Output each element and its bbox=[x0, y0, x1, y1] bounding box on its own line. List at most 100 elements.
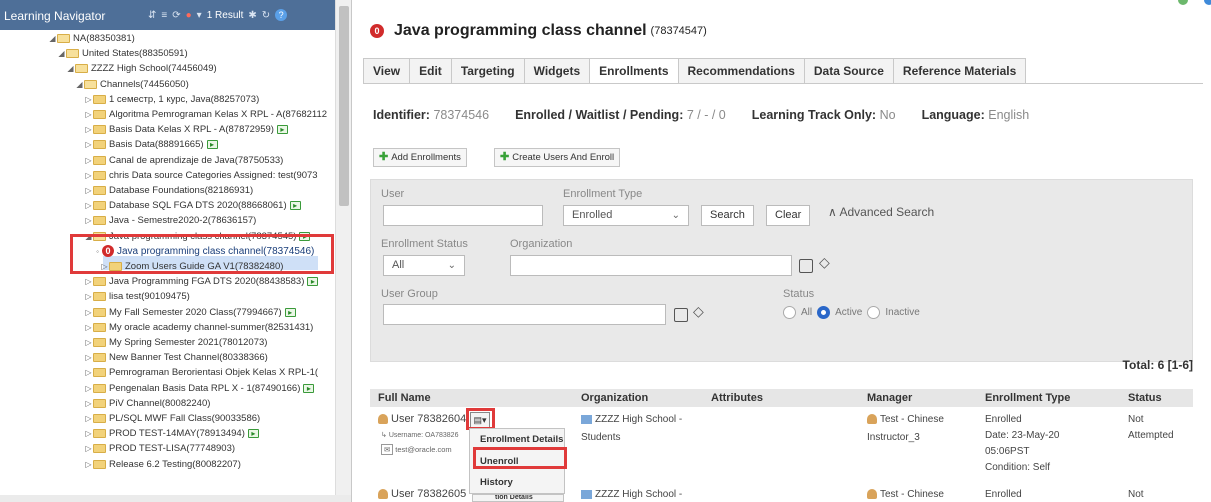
collapsed-arrow-icon[interactable]: ▷ bbox=[84, 125, 93, 134]
organization-input[interactable] bbox=[510, 255, 792, 276]
tree-node[interactable]: ▷ Database Foundations(82186931) bbox=[84, 183, 253, 198]
expanded-arrow-icon[interactable]: ◢ bbox=[66, 64, 75, 73]
eraser-icon[interactable]: ◇ bbox=[693, 303, 704, 320]
collapsed-arrow-icon[interactable]: ▷ bbox=[84, 368, 93, 377]
tab-widgets[interactable]: Widgets bbox=[523, 58, 591, 84]
lookup-icon[interactable] bbox=[674, 308, 688, 322]
tree-node[interactable]: ▷ Release 6.2 Testing(80082207) bbox=[84, 457, 240, 472]
reload-icon[interactable]: ↻ bbox=[262, 10, 270, 21]
tree-node[interactable]: ▷ Canal de aprendizaje de Java(78750533) bbox=[84, 153, 283, 168]
eraser-icon[interactable]: ◇ bbox=[819, 254, 830, 271]
tree-node[interactable]: ▷ PL/SQL MWF Fall Class(90033586) bbox=[84, 411, 260, 426]
collapsed-arrow-icon[interactable]: ▷ bbox=[84, 140, 93, 149]
user-name[interactable]: User 78382604 bbox=[391, 413, 466, 425]
scrollbar-thumb[interactable] bbox=[339, 6, 349, 206]
tab-data-source[interactable]: Data Source bbox=[803, 58, 894, 84]
menu-item-details-2[interactable]: tion Details bbox=[495, 495, 533, 501]
collapsed-arrow-icon[interactable]: ▷ bbox=[84, 171, 93, 180]
tree-node[interactable]: ▷ My Fall Semester 2020 Class(77994667) ▸ bbox=[84, 305, 296, 320]
collapsed-arrow-icon[interactable]: ▷ bbox=[84, 277, 93, 286]
tree-node[interactable]: ◢ Channels(74456050) bbox=[75, 77, 188, 92]
enrollment-status-select[interactable]: All ⌄ bbox=[383, 255, 465, 276]
refresh-icon[interactable]: ⟳ bbox=[172, 10, 180, 21]
tree-node[interactable]: ▷ Basis Data Kelas X RPL - A(87872959) ▸ bbox=[84, 122, 288, 137]
tree-node[interactable]: ▷ PROD TEST-LISA(77748903) bbox=[84, 441, 235, 456]
tree-node[interactable]: ▷ Pengenalan Basis Data RPL X - 1(8749016… bbox=[84, 381, 315, 396]
help-icon[interactable] bbox=[1204, 0, 1211, 5]
tree-node[interactable]: ▷ PROD TEST-14MAY(78913494) ▸ bbox=[84, 426, 259, 441]
clear-button[interactable]: Clear bbox=[766, 205, 811, 226]
col-status[interactable]: Status bbox=[1128, 392, 1162, 404]
advanced-search-link[interactable]: ∧ Advanced Search bbox=[828, 205, 934, 219]
collapsed-arrow-icon[interactable]: ▷ bbox=[84, 216, 93, 225]
status-active-radio[interactable] bbox=[817, 306, 831, 319]
tree-node[interactable]: ▷ New Banner Test Channel(80338366) bbox=[84, 350, 267, 365]
collapsed-arrow-icon[interactable]: ▷ bbox=[84, 95, 93, 104]
add-enrollments-button[interactable]: ✚ Add Enrollments bbox=[373, 148, 467, 167]
tree-node[interactable]: ◢ United States(88350591) bbox=[57, 46, 187, 61]
collapse-icon[interactable]: ≡ bbox=[161, 10, 167, 21]
expand-icon[interactable]: ⇵ bbox=[148, 10, 156, 21]
alert-icon[interactable]: ● bbox=[186, 10, 192, 21]
collapsed-arrow-icon[interactable]: ▷ bbox=[84, 338, 93, 347]
col-attributes[interactable]: Attributes bbox=[711, 392, 763, 404]
tree-node[interactable]: ▷ My oracle academy channel-summer(825314… bbox=[84, 320, 313, 335]
tree-scrollbar[interactable] bbox=[335, 0, 351, 502]
collapsed-arrow-icon[interactable]: ▷ bbox=[84, 429, 93, 438]
horizontal-scrollbar[interactable] bbox=[0, 495, 351, 502]
row2-actions-menu[interactable]: tion Details bbox=[472, 494, 564, 502]
expanded-arrow-icon[interactable]: ◢ bbox=[57, 49, 66, 58]
help-icon[interactable]: ? bbox=[275, 9, 288, 21]
collapsed-arrow-icon[interactable]: ▷ bbox=[84, 292, 93, 301]
settings-icon[interactable]: ✱ bbox=[248, 10, 256, 21]
user-input[interactable] bbox=[383, 205, 543, 226]
tree-node[interactable]: ▷ Database SQL FGA DTS 2020(88668061) ▸ bbox=[84, 198, 301, 213]
col-full-name[interactable]: Full Name bbox=[378, 392, 431, 404]
collapsed-arrow-icon[interactable]: ▷ bbox=[84, 156, 93, 165]
expanded-arrow-icon[interactable]: ◢ bbox=[75, 80, 84, 89]
col-enrollment-type[interactable]: Enrollment Type bbox=[985, 392, 1070, 404]
collapsed-arrow-icon[interactable]: ▷ bbox=[84, 399, 93, 408]
filter-icon[interactable]: ▾ bbox=[197, 10, 202, 21]
tab-targeting[interactable]: Targeting bbox=[450, 58, 525, 84]
tree-node[interactable]: ▷ Basis Data(88891665) ▸ bbox=[84, 137, 218, 152]
user-name[interactable]: User 78382605 bbox=[391, 488, 466, 500]
collapsed-arrow-icon[interactable]: ▷ bbox=[84, 444, 93, 453]
tree-node[interactable]: ▷ Algoritma Pemrograman Kelas X RPL - A(8… bbox=[84, 107, 327, 122]
tab-view[interactable]: View bbox=[363, 58, 411, 84]
enrollment-type-select[interactable]: Enrolled ⌄ bbox=[563, 205, 689, 226]
col-organization[interactable]: Organization bbox=[581, 392, 648, 404]
tree-node[interactable]: ▷ My Spring Semester 2021(78012073) bbox=[84, 335, 267, 350]
expanded-arrow-icon[interactable]: ◢ bbox=[48, 34, 57, 43]
tree-node[interactable]: ▷ 1 семестр, 1 курс, Java(88257073) bbox=[84, 92, 259, 107]
lookup-icon[interactable] bbox=[799, 259, 813, 273]
collapsed-arrow-icon[interactable]: ▷ bbox=[84, 308, 93, 317]
col-manager[interactable]: Manager bbox=[867, 392, 912, 404]
tree-node[interactable]: ▷ Java Programming FGA DTS 2020(88438583)… bbox=[84, 274, 319, 289]
collapsed-arrow-icon[interactable]: ▷ bbox=[84, 384, 93, 393]
tab-reference-materials[interactable]: Reference Materials bbox=[892, 58, 1027, 84]
user-group-input[interactable] bbox=[383, 304, 666, 325]
tab-recommendations[interactable]: Recommendations bbox=[677, 58, 805, 84]
collapsed-arrow-icon[interactable]: ▷ bbox=[84, 110, 93, 119]
create-users-button[interactable]: ✚ Create Users And Enroll bbox=[494, 148, 621, 167]
status-all-radio[interactable] bbox=[783, 306, 796, 319]
tab-edit[interactable]: Edit bbox=[409, 58, 452, 84]
tree-node[interactable]: ▷ Java - Semestre2020-2(78636157) bbox=[84, 213, 256, 228]
collapsed-arrow-icon[interactable]: ▷ bbox=[84, 186, 93, 195]
tree-node[interactable]: ◢ NA(88350381) bbox=[48, 31, 134, 46]
collapsed-arrow-icon[interactable]: ▷ bbox=[84, 353, 93, 362]
collapsed-arrow-icon[interactable]: ▷ bbox=[84, 460, 93, 469]
tree-node[interactable]: ◢ ZZZZ High School(74456049) bbox=[66, 61, 216, 76]
collapsed-arrow-icon[interactable]: ▷ bbox=[84, 201, 93, 210]
tree-node[interactable]: ▷ PiV Channel(80082240) bbox=[84, 396, 210, 411]
search-button[interactable]: Search bbox=[701, 205, 754, 226]
tab-enrollments[interactable]: Enrollments bbox=[589, 58, 679, 84]
menu-item-history[interactable]: History bbox=[480, 477, 513, 488]
collapsed-arrow-icon[interactable]: ▷ bbox=[84, 414, 93, 423]
tree-node[interactable]: ▷ chris Data source Categories Assigned: … bbox=[84, 168, 317, 183]
tree-node[interactable]: ▷ lisa test(90109475) bbox=[84, 289, 189, 304]
menu-item-enrollment-details[interactable]: Enrollment Details bbox=[480, 434, 563, 445]
tree-node[interactable]: ▷ Pemrograman Berorientasi Objek Kelas X … bbox=[84, 365, 318, 380]
collapsed-arrow-icon[interactable]: ▷ bbox=[84, 323, 93, 332]
